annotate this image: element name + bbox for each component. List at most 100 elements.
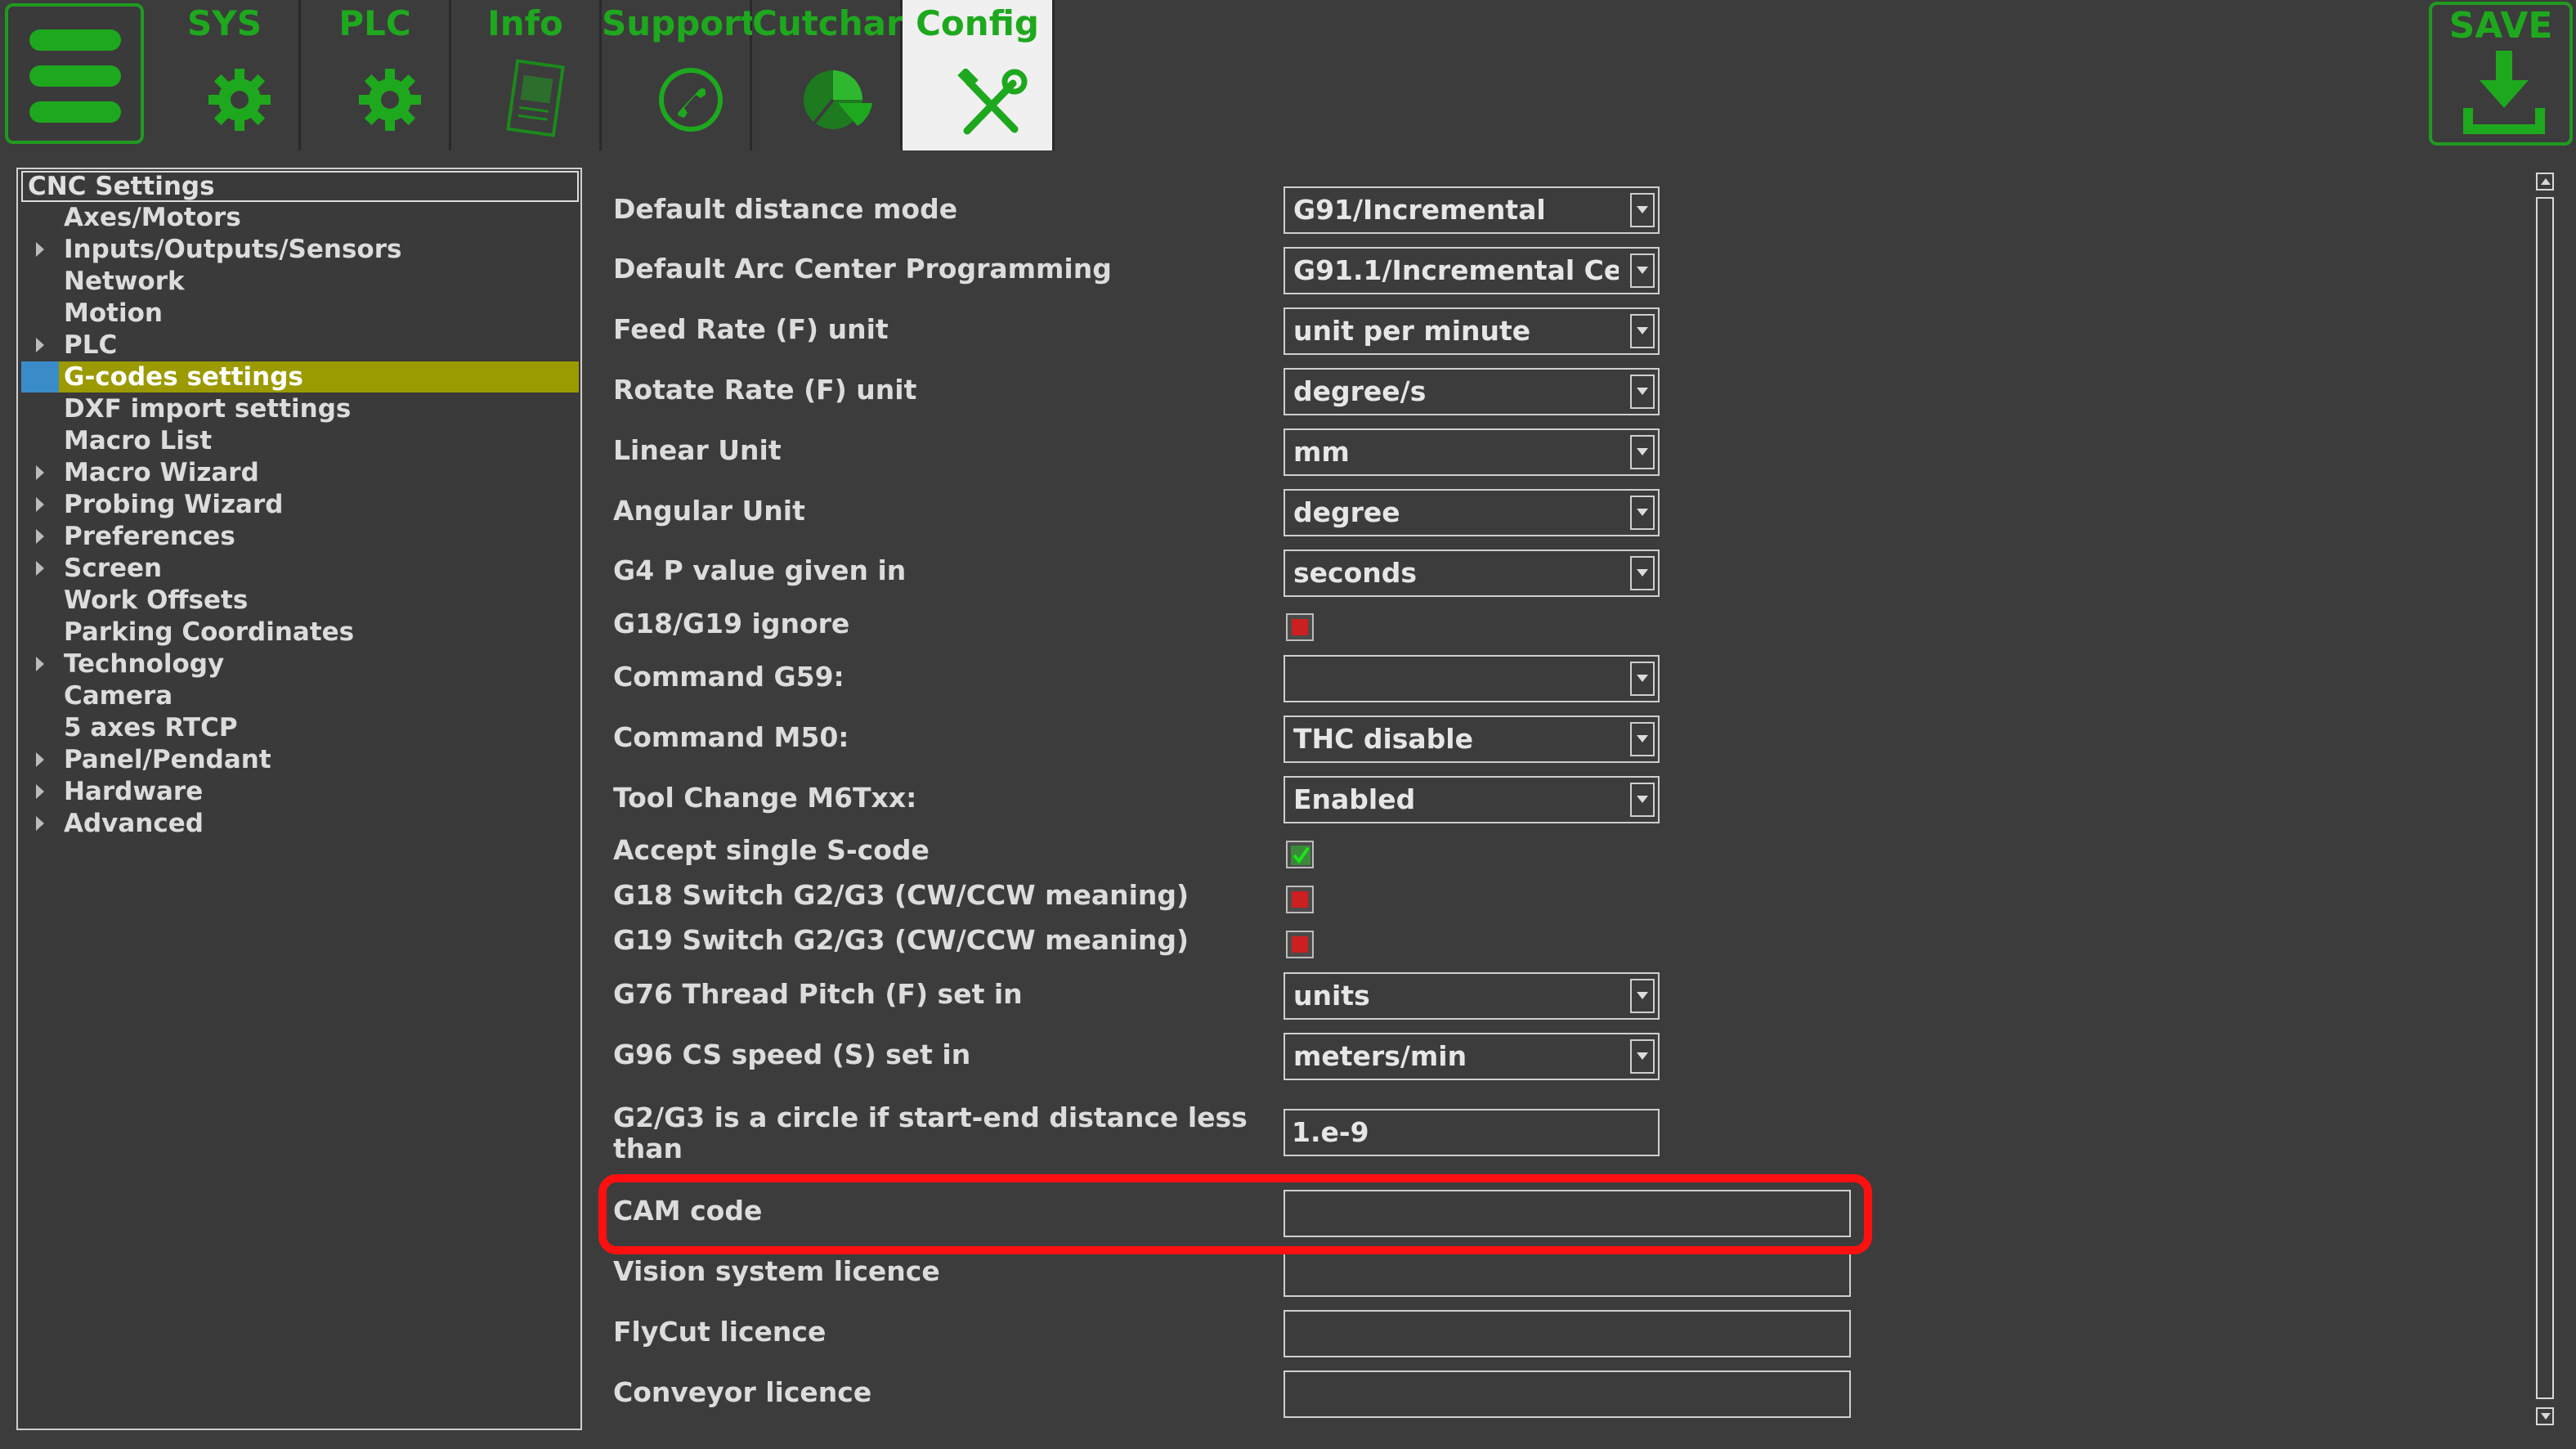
tab-config[interactable]: Config	[903, 0, 1055, 150]
tab-plc[interactable]: PLC	[301, 0, 451, 150]
scroll-up-icon[interactable]	[2536, 173, 2554, 191]
g4-p-value-select[interactable]: seconds	[1284, 550, 1660, 597]
expand-arrow-icon[interactable]	[36, 338, 44, 352]
tree-item-macro-wizard[interactable]: Macro Wizard	[21, 457, 579, 488]
dropdown-arrow-icon[interactable]	[1630, 662, 1655, 696]
g19-switch-checkbox[interactable]	[1286, 931, 1314, 958]
expand-arrow-icon[interactable]	[36, 465, 44, 480]
tree-item-camera[interactable]: Camera	[21, 680, 579, 711]
tab-label: PLC	[338, 3, 411, 43]
tree-item-dxf-import[interactable]: DXF import settings	[21, 393, 579, 424]
expand-arrow-icon[interactable]	[36, 784, 44, 799]
main-menu-button[interactable]	[5, 3, 144, 144]
tree-item-advanced[interactable]: Advanced	[21, 808, 579, 839]
tree-item-label: Screen	[64, 554, 163, 583]
tree-item-label: Panel/Pendant	[64, 745, 271, 774]
tree-item-parking-coordinates[interactable]: Parking Coordinates	[21, 617, 579, 648]
dropdown-arrow-icon[interactable]	[1630, 375, 1655, 409]
select-value: seconds	[1293, 557, 1418, 589]
dropdown-arrow-icon[interactable]	[1630, 783, 1655, 817]
expand-arrow-icon[interactable]	[36, 242, 44, 257]
tree-item-label: Advanced	[64, 809, 204, 838]
cam-code-input[interactable]	[1284, 1190, 1851, 1237]
select-value: THC disable	[1293, 723, 1473, 755]
tree-item-work-offsets[interactable]: Work Offsets	[21, 585, 579, 616]
tree-item-gcodes-settings[interactable]: G-codes settings	[21, 361, 579, 393]
command-m50-select[interactable]: THC disable	[1284, 716, 1660, 763]
label-circle-threshold: G2/G3 is a circle if start-end distance …	[613, 1101, 1248, 1164]
tab-support[interactable]: Support	[602, 0, 757, 150]
expand-arrow-icon[interactable]	[36, 657, 44, 671]
accept-single-s-code-checkbox[interactable]	[1286, 841, 1314, 868]
rotate-rate-unit-select[interactable]: degree/s	[1284, 368, 1660, 415]
dropdown-arrow-icon[interactable]	[1630, 722, 1655, 756]
tree-item-plc[interactable]: PLC	[21, 330, 579, 361]
dropdown-arrow-icon[interactable]	[1630, 253, 1655, 288]
dropdown-arrow-icon[interactable]	[1630, 314, 1655, 348]
dropdown-arrow-icon[interactable]	[1630, 496, 1655, 530]
tree-item-5-axes-rtcp[interactable]: 5 axes RTCP	[21, 712, 579, 743]
panel-scrollbar[interactable]	[2531, 168, 2556, 1430]
expand-arrow-icon[interactable]	[36, 529, 44, 544]
tree-header[interactable]: CNC Settings	[21, 171, 579, 202]
select-value: degree/s	[1293, 375, 1427, 407]
vision-licence-input[interactable]	[1284, 1249, 1851, 1297]
select-value: G91/Incremental	[1293, 194, 1546, 226]
linear-unit-select[interactable]: mm	[1284, 428, 1660, 476]
conveyor-licence-input[interactable]	[1284, 1370, 1851, 1418]
expand-arrow-icon[interactable]	[36, 816, 44, 831]
dropdown-arrow-icon[interactable]	[1630, 193, 1655, 227]
tree-item-inputs-outputs[interactable]: Inputs/Outputs/Sensors	[21, 234, 579, 265]
select-value: degree	[1293, 496, 1400, 528]
angular-unit-select[interactable]: degree	[1284, 489, 1660, 536]
command-g59-select[interactable]	[1284, 655, 1660, 702]
default-arc-center-select[interactable]: G91.1/Incremental Center	[1284, 247, 1660, 294]
tree-item-preferences[interactable]: Preferences	[21, 521, 579, 552]
dropdown-arrow-icon[interactable]	[1630, 435, 1655, 469]
tab-label: Config	[916, 3, 1039, 43]
dropdown-arrow-icon[interactable]	[1630, 979, 1655, 1013]
label-accept-single-s-code: Accept single S-code	[613, 834, 930, 866]
tree-item-motion[interactable]: Motion	[21, 298, 579, 329]
tree-item-screen[interactable]: Screen	[21, 553, 579, 584]
feed-rate-unit-select[interactable]: unit per minute	[1284, 307, 1660, 355]
g18-switch-checkbox[interactable]	[1286, 886, 1314, 913]
tree-item-label: Work Offsets	[64, 585, 249, 615]
gear-icon	[358, 69, 421, 131]
circle-threshold-input[interactable]: 1.e-9	[1284, 1109, 1660, 1156]
expand-arrow-icon[interactable]	[36, 497, 44, 512]
tree-item-macro-list[interactable]: Macro List	[21, 425, 579, 456]
pie-chart-icon	[803, 70, 872, 129]
tree-item-axes-motors[interactable]: Axes/Motors	[21, 202, 579, 233]
tree-item-network[interactable]: Network	[21, 266, 579, 297]
label-angular-unit: Angular Unit	[613, 495, 805, 527]
default-distance-mode-select[interactable]: G91/Incremental	[1284, 186, 1660, 234]
expand-arrow-icon[interactable]	[36, 561, 44, 576]
label-conveyor-licence: Conveyor licence	[613, 1376, 872, 1408]
tab-info[interactable]: Info	[451, 0, 602, 150]
tree-item-label: Technology	[64, 649, 225, 679]
tab-cutchart[interactable]: Cutchart	[752, 0, 920, 150]
dropdown-arrow-icon[interactable]	[1630, 556, 1655, 590]
tree-item-panel-pendant[interactable]: Panel/Pendant	[21, 744, 579, 775]
select-value	[1293, 657, 1619, 701]
tree-item-technology[interactable]: Technology	[21, 648, 579, 680]
unchecked-mark-icon	[1292, 936, 1308, 953]
dropdown-arrow-icon[interactable]	[1630, 1039, 1655, 1074]
scroll-track[interactable]	[2536, 197, 2554, 1399]
gear-icon	[208, 69, 271, 131]
select-value: Enabled	[1293, 783, 1416, 815]
g76-thread-pitch-select[interactable]: units	[1284, 972, 1660, 1020]
save-button[interactable]: SAVE	[2429, 2, 2573, 146]
expand-arrow-icon[interactable]	[36, 752, 44, 767]
g18-g19-ignore-checkbox[interactable]	[1286, 613, 1314, 641]
tab-sys[interactable]: SYS	[150, 0, 301, 150]
scroll-down-icon[interactable]	[2536, 1407, 2554, 1425]
tree-item-hardware[interactable]: Hardware	[21, 776, 579, 807]
tree-item-probing-wizard[interactable]: Probing Wizard	[21, 489, 579, 520]
g96-cs-speed-select[interactable]: meters/min	[1284, 1033, 1660, 1080]
tool-change-select[interactable]: Enabled	[1284, 776, 1660, 823]
flycut-licence-input[interactable]	[1284, 1310, 1851, 1357]
label-g18-g19-ignore: G18/G19 ignore	[613, 608, 850, 639]
tree-item-label: Probing Wizard	[64, 490, 284, 519]
